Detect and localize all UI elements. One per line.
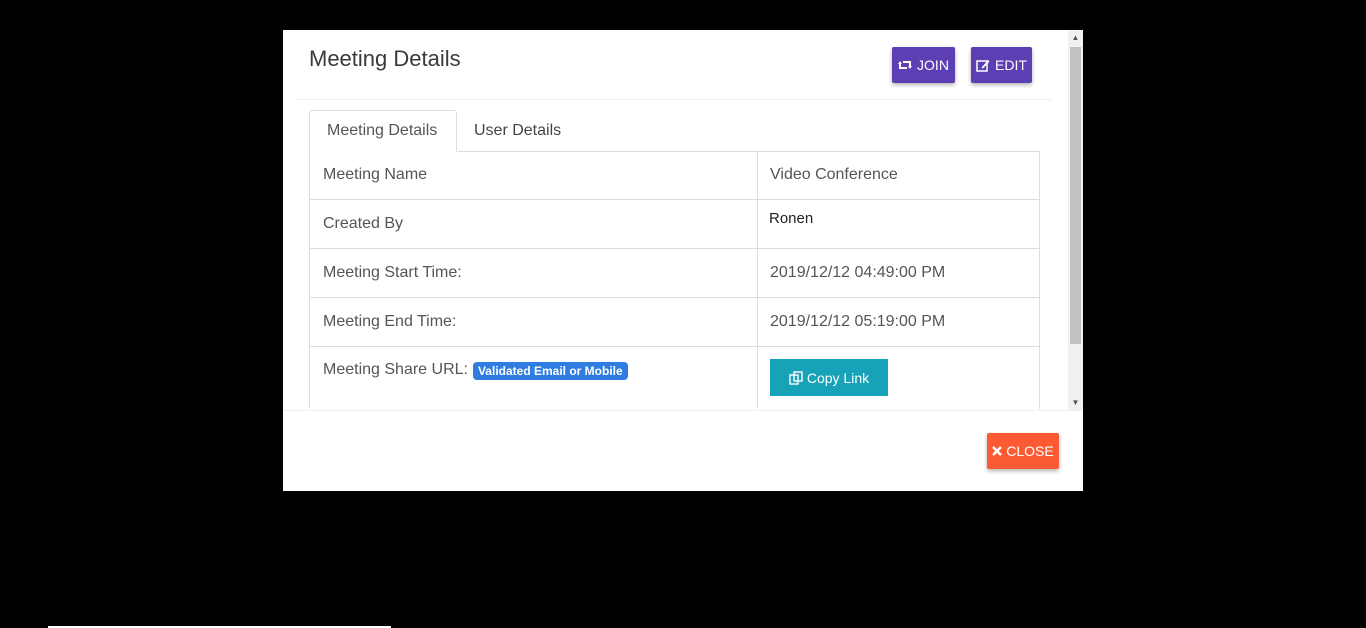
scroll-down-arrow-icon[interactable]: ▼ (1068, 395, 1083, 410)
created-by-value: Ronen (769, 210, 814, 227)
edit-button[interactable]: EDIT (971, 47, 1032, 83)
meeting-name-label: Meeting Name (310, 151, 758, 199)
header-divider (297, 99, 1051, 100)
validated-badge: Validated Email or Mobile (472, 362, 628, 380)
share-url-cell: Meeting Share URL: Validated Email or Mo… (310, 347, 758, 409)
share-url-label: Meeting Share URL: (323, 361, 468, 378)
close-label: CLOSE (1006, 443, 1054, 459)
meeting-name-value: Video Conference (770, 166, 898, 183)
tab-bar: Meeting Details User Details (309, 110, 1040, 152)
table-row: Meeting Start Time: 2019/12/12 04:49:00 … (310, 249, 1039, 298)
tab-meeting-details[interactable]: Meeting Details (309, 110, 457, 152)
created-by-label: Created By (310, 200, 758, 248)
scroll-up-arrow-icon[interactable]: ▲ (1068, 30, 1083, 45)
copy-link-button[interactable]: Copy Link (770, 359, 888, 396)
copy-link-label: Copy Link (806, 369, 870, 386)
modal-body: Meeting Details JOIN EDIT Meeting Detail… (283, 30, 1083, 410)
footer-divider (283, 410, 1083, 411)
meeting-details-modal: Meeting Details JOIN EDIT Meeting Detail… (283, 30, 1083, 491)
start-time-value: 2019/12/12 04:49:00 PM (770, 264, 946, 281)
copy-link-cell: Copy Link (758, 347, 1039, 409)
table-row: Meeting Share URL: Validated Email or Mo… (310, 347, 1039, 409)
edit-label: EDIT (995, 57, 1027, 73)
modal-title: Meeting Details (309, 46, 461, 71)
close-button[interactable]: CLOSE (987, 433, 1059, 469)
end-time-label: Meeting End Time: (310, 298, 758, 346)
details-table: Meeting Name Video Conference Created By… (309, 151, 1040, 409)
table-row: Meeting Name Video Conference (310, 151, 1039, 200)
retweet-icon (898, 59, 913, 71)
end-time-value: 2019/12/12 05:19:00 PM (770, 313, 946, 330)
join-button[interactable]: JOIN (892, 47, 955, 83)
table-row: Created By Ronen (310, 200, 1039, 249)
join-label: JOIN (917, 57, 949, 73)
scrollbar[interactable]: ▲ ▼ (1068, 30, 1083, 410)
tab-user-details[interactable]: User Details (457, 110, 578, 152)
scroll-thumb[interactable] (1070, 47, 1081, 344)
copy-icon (789, 370, 803, 385)
start-time-label: Meeting Start Time: (310, 249, 758, 297)
table-row: Meeting End Time: 2019/12/12 05:19:00 PM (310, 298, 1039, 347)
edit-icon (976, 59, 990, 72)
close-icon (992, 446, 1003, 456)
